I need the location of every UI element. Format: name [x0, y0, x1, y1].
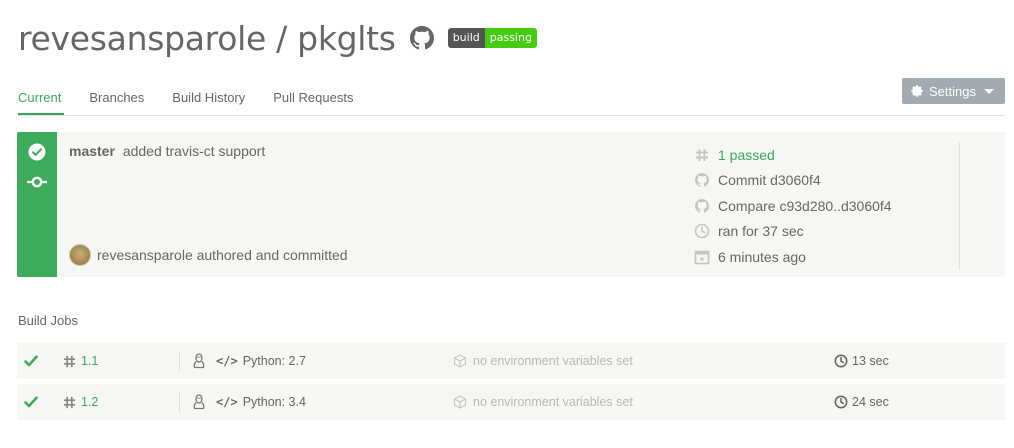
cube-icon: [453, 395, 467, 409]
job-duration-label: 24 sec: [852, 395, 889, 409]
job-language: </> Python: 3.4: [192, 384, 306, 420]
clock-icon: [693, 223, 711, 239]
hash-icon: [63, 355, 76, 368]
git-icon: [693, 198, 711, 214]
github-icon[interactable]: [409, 26, 434, 50]
check-icon: [23, 343, 39, 379]
job-divider: [179, 351, 180, 371]
build-status-bar: [17, 132, 57, 277]
job-divider: [179, 392, 180, 412]
job-language-label: Python: 2.7: [242, 354, 306, 368]
job-language-label: Python: 3.4: [242, 395, 306, 409]
cube-icon: [453, 354, 467, 368]
job-number[interactable]: 1.1: [63, 343, 98, 379]
commit-summary: master added travis-ct support: [69, 143, 265, 159]
tabs-divider: [18, 115, 1005, 116]
commit-message: added travis-ct support: [122, 143, 266, 159]
badge-label: build: [447, 28, 485, 48]
tab-current[interactable]: Current: [18, 86, 61, 116]
settings-label: Settings: [929, 83, 976, 99]
job-env: no environment variables set: [453, 343, 633, 379]
job-env: no environment variables set: [453, 384, 633, 420]
compare-row: Compare c93d280..d3060f4: [693, 193, 892, 219]
job-duration-label: 13 sec: [852, 354, 889, 368]
job-number-label: 1.2: [81, 395, 99, 409]
chevron-down-icon: [983, 88, 994, 94]
build-duration: ran for 37 sec: [718, 223, 804, 240]
hash-icon: [693, 148, 711, 162]
duration-row: ran for 37 sec: [693, 219, 892, 245]
build-jobs-title: Build Jobs: [18, 313, 78, 328]
tab-pull-requests[interactable]: Pull Requests: [273, 86, 353, 116]
linux-icon: [192, 394, 206, 410]
job-row[interactable]: 1.1 </> Python: 2.7 no environment varia…: [17, 343, 1005, 379]
hash-icon: [63, 396, 76, 409]
clock-icon: [834, 354, 848, 368]
job-number[interactable]: 1.2: [63, 384, 98, 420]
tab-build-history[interactable]: Build History: [172, 86, 245, 116]
job-row[interactable]: 1.2 </> Python: 3.4 no environment varia…: [17, 384, 1005, 420]
repo-header: revesansparole / pkglts build passing: [18, 18, 537, 58]
build-number-row: 1 passed: [693, 142, 892, 168]
author-row: revesansparole authored and committed: [69, 244, 348, 266]
avatar: [69, 244, 91, 266]
code-icon: </>: [216, 395, 238, 409]
commit-link[interactable]: Commit d3060f4: [718, 172, 821, 188]
tab-branches[interactable]: Branches: [89, 86, 144, 116]
meta-divider: [959, 142, 960, 270]
build-finished: 6 minutes ago: [718, 248, 806, 265]
badge-status: passing: [484, 28, 537, 48]
build-meta: 1 passed Commit d3060f4 Compare c93d280.…: [693, 142, 892, 270]
job-number-label: 1.1: [81, 354, 99, 368]
build-status-badge[interactable]: build passing: [447, 28, 537, 48]
check-icon: [23, 384, 39, 420]
job-env-label: no environment variables set: [473, 354, 633, 368]
clock-icon: [834, 395, 848, 409]
calendar-icon: [693, 249, 711, 265]
repo-tabs: Current Branches Build History Pull Requ…: [18, 86, 381, 116]
job-duration: 13 sec: [834, 343, 889, 379]
gear-icon: [910, 84, 924, 98]
git-icon: [693, 172, 711, 188]
repo-title[interactable]: revesansparole / pkglts: [18, 19, 396, 58]
branch-name[interactable]: master: [69, 143, 115, 159]
commit-row: Commit d3060f4: [693, 168, 892, 194]
job-env-label: no environment variables set: [473, 395, 633, 409]
commit-node-icon: [26, 174, 48, 195]
current-build-card: master added travis-ct support revesansp…: [17, 132, 1005, 277]
finished-row: 6 minutes ago: [693, 244, 892, 270]
job-duration: 24 sec: [834, 384, 889, 420]
code-icon: </>: [216, 354, 238, 368]
build-number-link[interactable]: 1 passed: [718, 147, 775, 163]
check-circle-icon: [28, 143, 46, 166]
compare-link[interactable]: Compare c93d280..d3060f4: [718, 198, 892, 214]
settings-button[interactable]: Settings: [902, 78, 1005, 104]
job-language: </> Python: 2.7: [192, 343, 306, 379]
linux-icon: [192, 353, 206, 369]
author-line: revesansparole authored and committed: [97, 247, 348, 263]
active-tab-indicator: [18, 113, 64, 115]
